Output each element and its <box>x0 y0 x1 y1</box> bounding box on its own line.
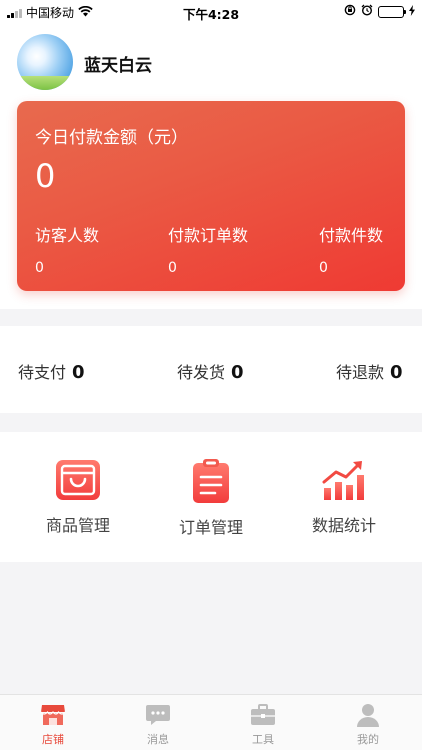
menu-item-label: 数据统计 <box>311 516 376 535</box>
message-icon <box>118 703 198 727</box>
stat-value: 0 <box>168 260 177 276</box>
avatar[interactable] <box>17 34 73 90</box>
stat-value: 0 <box>319 260 328 276</box>
pending-payment[interactable]: 待支付 0 <box>18 359 85 383</box>
pending-orders-row: 待支付 0 待发货 0 待退款 0 <box>0 326 422 413</box>
payment-amount: 0 <box>35 157 56 195</box>
tab-label: 消息 <box>147 733 169 746</box>
bar-chart-icon <box>289 458 399 502</box>
status-bar: 中国移动 下午4:28 <box>0 0 422 24</box>
pending-count: 0 <box>72 362 85 383</box>
stat-paid-orders: 付款订单数 0 <box>168 222 248 276</box>
store-icon <box>13 703 93 727</box>
alarm-icon <box>361 4 373 19</box>
shop-name: 蓝天白云 <box>84 56 152 76</box>
charging-icon <box>409 4 415 19</box>
stat-visitors: 访客人数 0 <box>35 222 99 276</box>
stat-label: 付款订单数 <box>168 226 249 245</box>
shopping-bag-icon <box>23 458 133 502</box>
stat-label: 付款件数 <box>319 226 384 245</box>
pending-label: 待支付 <box>18 363 67 382</box>
pending-label: 待发货 <box>177 363 226 382</box>
tab-messages[interactable]: 消息 <box>118 703 198 747</box>
pending-refund[interactable]: 待退款 0 <box>336 359 403 383</box>
status-bar-right <box>344 4 415 19</box>
tab-store[interactable]: 店铺 <box>13 703 93 747</box>
pending-label: 待退款 <box>336 363 385 382</box>
menu-item-data-statistics[interactable]: 数据统计 <box>289 458 399 536</box>
stat-paid-items: 付款件数 0 <box>319 222 383 276</box>
pending-count: 0 <box>231 362 244 383</box>
tab-label: 店铺 <box>42 733 64 746</box>
pending-count: 0 <box>390 362 403 383</box>
toolbox-icon <box>223 703 303 727</box>
bottom-tab-bar: 店铺 消息 工具 我的 <box>0 694 422 750</box>
menu-item-label: 订单管理 <box>178 518 243 537</box>
payment-summary-card[interactable]: 今日付款金额（元） 0 访客人数 0 付款订单数 0 付款件数 0 <box>17 101 405 291</box>
function-menu: 商品管理 订单管理 数据统计 <box>0 432 422 562</box>
payment-title: 今日付款金额（元） <box>35 128 188 148</box>
clipboard-icon <box>156 458 266 504</box>
menu-item-label: 商品管理 <box>45 516 110 535</box>
shop-header-section: 蓝天白云 今日付款金额（元） 0 访客人数 0 付款订单数 0 付款件数 0 <box>0 24 422 309</box>
menu-item-order-management[interactable]: 订单管理 <box>156 458 266 538</box>
stat-label: 访客人数 <box>35 226 100 245</box>
menu-item-product-management[interactable]: 商品管理 <box>23 458 133 536</box>
tab-tools[interactable]: 工具 <box>223 703 303 747</box>
rotation-lock-icon <box>344 4 356 19</box>
stat-value: 0 <box>35 260 44 276</box>
tab-label: 工具 <box>252 733 274 746</box>
battery-icon <box>378 5 406 18</box>
pending-shipment[interactable]: 待发货 0 <box>177 359 244 383</box>
tab-mine[interactable]: 我的 <box>328 703 408 747</box>
tab-label: 我的 <box>357 733 379 746</box>
user-icon <box>328 703 408 727</box>
